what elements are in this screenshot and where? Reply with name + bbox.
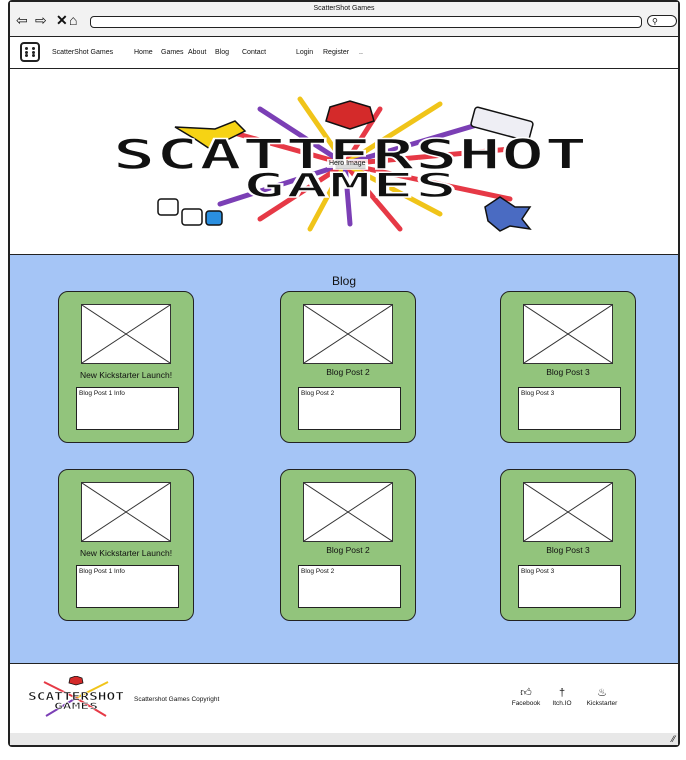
- window-title: ScatterShot Games: [313, 5, 375, 12]
- social-label: Facebook: [511, 700, 541, 707]
- social-link-kickstarter[interactable]: ♨ Kickstarter: [582, 686, 622, 707]
- blog-card-info: Blog Post 3: [518, 387, 621, 430]
- thumbs-up-icon: 👍︎: [520, 687, 532, 699]
- site-navbar: ScatterShot Games Home Games About Blog …: [10, 38, 678, 69]
- blog-section: Blog New Kickstarter Launch! Blog Post 1…: [10, 255, 678, 664]
- hero-section: SCATTERSHOT GAMES Hero Image: [10, 69, 678, 255]
- footer-logo[interactable]: SCATTERSHOT GAMES: [26, 676, 126, 720]
- blog-card[interactable]: New Kickstarter Launch! Blog Post 1 Info: [58, 469, 194, 621]
- placeholder-image-icon: [81, 482, 171, 542]
- blog-card-title[interactable]: New Kickstarter Launch!: [59, 370, 193, 380]
- nav-link-home[interactable]: Home: [134, 49, 153, 56]
- blog-card[interactable]: Blog Post 2 Blog Post 2: [280, 291, 416, 443]
- nav-more[interactable]: ..: [359, 49, 363, 56]
- blog-card-title[interactable]: Blog Post 3: [501, 545, 635, 555]
- status-bar: ⁄⁄: [10, 733, 678, 745]
- resize-handle-icon[interactable]: ⁄⁄: [672, 734, 675, 744]
- blog-card-title[interactable]: Blog Post 2: [281, 367, 415, 377]
- social-label: Kickstarter: [586, 700, 618, 707]
- back-icon[interactable]: ⇦: [16, 13, 28, 27]
- social-label: Itch.IO: [552, 700, 572, 707]
- address-bar[interactable]: [90, 16, 642, 28]
- forward-icon[interactable]: ⇨: [35, 13, 47, 27]
- blog-card[interactable]: Blog Post 3 Blog Post 3: [500, 291, 636, 443]
- nav-link-login[interactable]: Login: [296, 49, 313, 56]
- blog-card[interactable]: Blog Post 2 Blog Post 2: [280, 469, 416, 621]
- browser-window: ScatterShot Games ⇦ ⇨ ✕ ⌂ ⚲ ScatterShot …: [8, 0, 680, 747]
- placeholder-image-icon: [81, 304, 171, 364]
- blog-card-title[interactable]: New Kickstarter Launch!: [59, 548, 193, 558]
- social-link-itchio[interactable]: † Itch.IO: [542, 686, 582, 707]
- search-icon[interactable]: ⚲: [647, 15, 677, 27]
- blog-card-info: Blog Post 3: [518, 565, 621, 608]
- nav-link-register[interactable]: Register: [323, 49, 349, 56]
- placeholder-image-icon: [523, 482, 613, 542]
- nav-link-games[interactable]: Games: [161, 49, 184, 56]
- nav-link-blog[interactable]: Blog: [215, 49, 229, 56]
- home-icon[interactable]: ⌂: [69, 13, 77, 27]
- nav-link-contact[interactable]: Contact: [242, 49, 266, 56]
- hero-image-label: Hero Image: [327, 159, 368, 168]
- browser-toolbar: ScatterShot Games ⇦ ⇨ ✕ ⌂ ⚲: [10, 2, 678, 37]
- footer-logo-line2: GAMES: [54, 702, 98, 712]
- site-footer: SCATTERSHOT GAMES Scattershot Games Copy…: [10, 664, 678, 735]
- dagger-icon: †: [558, 687, 566, 699]
- close-icon[interactable]: ✕: [56, 13, 68, 27]
- blog-card-info: Blog Post 1 Info: [76, 387, 179, 430]
- dice-logo-icon[interactable]: [20, 42, 40, 62]
- blog-card-info: Blog Post 2: [298, 387, 401, 430]
- social-link-facebook[interactable]: 👍︎ Facebook: [506, 686, 546, 707]
- flame-icon: ♨: [597, 687, 607, 699]
- blog-card-info: Blog Post 2: [298, 565, 401, 608]
- placeholder-image-icon: [523, 304, 613, 364]
- blog-card-title[interactable]: Blog Post 2: [281, 545, 415, 555]
- blog-card[interactable]: New Kickstarter Launch! Blog Post 1 Info: [58, 291, 194, 443]
- placeholder-image-icon: [303, 482, 393, 542]
- blog-card-title[interactable]: Blog Post 3: [501, 367, 635, 377]
- blog-card[interactable]: Blog Post 3 Blog Post 3: [500, 469, 636, 621]
- blog-heading: Blog: [331, 274, 357, 288]
- brand-name[interactable]: ScatterShot Games: [52, 49, 113, 56]
- placeholder-image-icon: [303, 304, 393, 364]
- blog-card-info: Blog Post 1 Info: [76, 565, 179, 608]
- hero-logo-line2: GAMES: [243, 166, 458, 206]
- nav-link-about[interactable]: About: [188, 49, 206, 56]
- footer-copyright: Scattershot Games Copyright: [134, 696, 220, 703]
